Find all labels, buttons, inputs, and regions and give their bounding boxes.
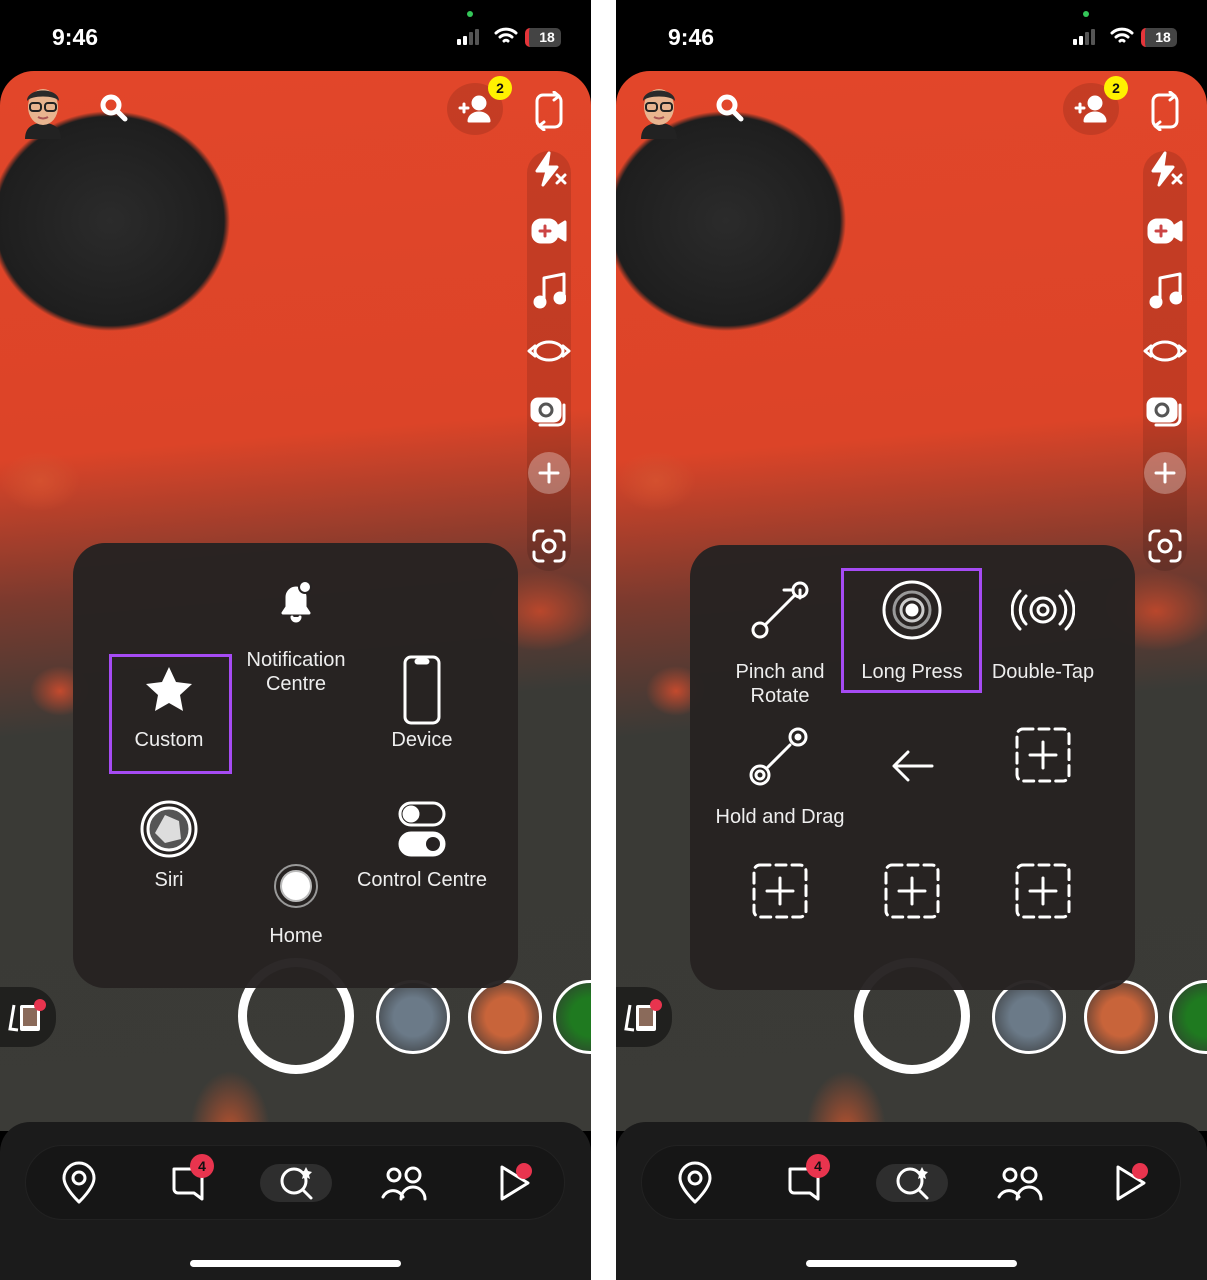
chat-unread-badge: 4 [190,1154,214,1178]
menu-item-home[interactable]: Home [231,543,361,988]
home-indicator [190,1260,401,1267]
search-icon[interactable] [700,87,760,129]
nav-pill: 4 [641,1145,1181,1220]
add-custom-icon [715,851,845,931]
menu-item-add-custom[interactable] [978,545,1108,990]
spotlight-search-icon[interactable] [260,1164,332,1202]
flip-camera-icon[interactable] [1143,89,1187,133]
siri-icon [104,789,234,869]
home-button-icon [231,846,361,926]
memories-icon[interactable] [616,987,672,1047]
flip-camera-icon[interactable] [527,89,571,133]
add-icon[interactable] [527,451,571,495]
toggles-icon [357,790,487,870]
menu-item-control-centre[interactable]: Control Centre [357,543,487,988]
spotlight-search-icon[interactable] [876,1164,948,1202]
scan-icon[interactable] [527,524,571,568]
add-icon[interactable] [1143,451,1187,495]
multi-capture-icon[interactable] [1143,389,1187,433]
menu-item-label: Siri [154,869,184,891]
stories-play-icon[interactable] [478,1148,550,1218]
bitmoji-avatar[interactable] [634,77,684,141]
story-bubble-audio[interactable] [1084,980,1158,1054]
chat-icon[interactable] [768,1148,840,1218]
cellular-signal-icon [457,29,479,45]
menu-item-add-custom[interactable] [715,545,845,990]
flash-off-icon[interactable] [527,147,571,191]
map-icon[interactable] [659,1148,731,1218]
chat-unread-badge: 4 [806,1154,830,1178]
rotate-360-icon[interactable] [1143,329,1187,373]
bottom-nav: 4 [0,1122,591,1280]
story-bubble-car[interactable] [992,980,1066,1054]
stories-play-icon[interactable] [1094,1148,1166,1218]
video-chat-icon[interactable] [1143,209,1187,253]
video-chat-icon[interactable] [527,209,571,253]
phone-screen-1: 9:46 18 2 4 Notification Centre Custom Device S… [0,0,591,1280]
nav-pill: 4 [25,1145,565,1220]
rotate-360-icon[interactable] [527,329,571,373]
wifi-icon [494,26,518,51]
status-time: 9:46 [668,24,715,50]
bottom-nav: 4 [616,1122,1207,1280]
battery-level: 18 [525,28,561,47]
story-bubble-car[interactable] [376,980,450,1054]
selection-highlight [109,654,232,774]
music-icon[interactable] [527,269,571,313]
menu-item-label: Home [269,925,323,947]
scan-icon[interactable] [1143,524,1187,568]
friend-requests-badge: 2 [1104,76,1128,100]
cellular-signal-icon [1073,29,1095,45]
selection-highlight [841,568,982,693]
stories-new-dot [516,1163,532,1179]
assistivetouch-menu: Notification Centre Custom Device Siri Home C… [73,543,518,988]
camera-in-use-indicator [467,11,473,17]
phone-screen-2: 9:46 18 2 4 Pinch and Rotate Long Press Double… [616,0,1207,1280]
camera-in-use-indicator [1083,11,1089,17]
map-icon[interactable] [43,1148,115,1218]
wifi-icon [1110,26,1134,51]
stories-new-dot [1132,1163,1148,1179]
menu-item-label: Control Centre [356,869,488,891]
bitmoji-avatar[interactable] [18,77,68,141]
friends-icon[interactable] [368,1148,440,1218]
friends-icon[interactable] [984,1148,1056,1218]
flash-off-icon[interactable] [1143,147,1187,191]
memories-icon[interactable] [0,987,56,1047]
add-custom-icon [978,851,1108,931]
search-icon[interactable] [84,87,144,129]
music-icon[interactable] [1143,269,1187,313]
story-bubble-audio[interactable] [468,980,542,1054]
add-custom-icon [847,851,977,931]
home-indicator [806,1260,1017,1267]
multi-capture-icon[interactable] [527,389,571,433]
assistivetouch-menu: Pinch and Rotate Long Press Double-Tap Hold… [690,545,1135,990]
friend-requests-badge: 2 [488,76,512,100]
status-time: 9:46 [52,24,99,50]
chat-icon[interactable] [152,1148,224,1218]
battery-level: 18 [1141,28,1177,47]
